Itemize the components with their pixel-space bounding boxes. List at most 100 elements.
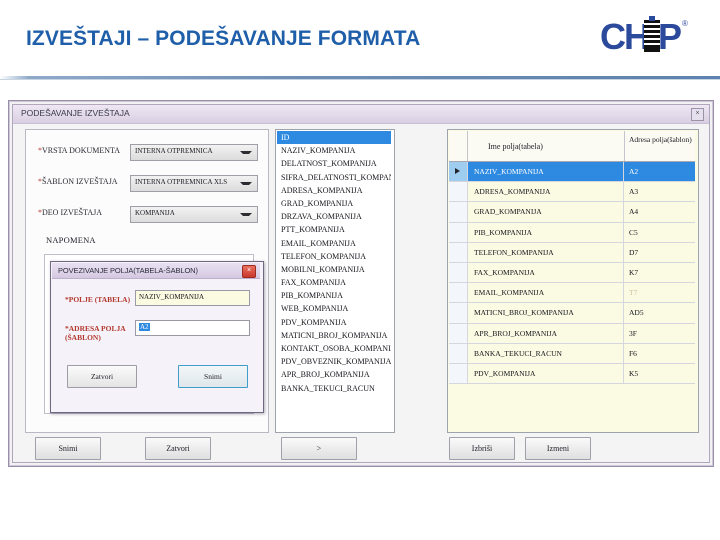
chip-logo: CH P ® [600, 14, 692, 60]
cell-field-address: C5 [629, 227, 638, 237]
list-item[interactable]: PDV_KOMPANIJA [277, 316, 391, 329]
row-selector[interactable] [449, 222, 468, 242]
label-vrsta-dokumenta: *VRSTA DOKUMENTA [38, 146, 121, 155]
label-napomena: NAPOMENA [46, 235, 96, 245]
row-selector[interactable] [449, 323, 468, 343]
table-row[interactable]: BANKA_TEKUCI_RACUN F6 [449, 343, 695, 364]
window-titlebar: PODEŠAVANJE IZVEŠTAJA × [13, 105, 709, 124]
column-header-field-address-text: Adresa polja(šablon) [629, 135, 692, 144]
label-deo-izvestaja: *DEO IZVEŠTAJA [38, 208, 103, 217]
column-header-field-address: Adresa polja(šablon) [625, 131, 695, 161]
table-row[interactable]: MATICNI_BROJ_KOMPANIJA AD5 [449, 303, 695, 324]
delete-button[interactable]: Izbriši [449, 437, 515, 460]
row-selector[interactable] [449, 202, 468, 222]
svg-text:®: ® [682, 19, 688, 28]
cell-field-name: PIB_KOMPANIJA [468, 222, 624, 242]
table-row[interactable]: ADRESA_KOMPANIJA A3 [449, 182, 695, 203]
dialog-titlebar: POVEZIVANJE POLJA(TABELA-ŠABLON) × [52, 263, 260, 279]
table-row[interactable]: FAX_KOMPANIJA K7 [449, 262, 695, 284]
table-row[interactable]: GRAD_KOMPANIJA A4 [449, 202, 695, 223]
cell-field-address: T7 [629, 288, 638, 298]
list-item[interactable]: ID [277, 131, 391, 145]
dialog-close-icon[interactable]: × [242, 265, 256, 278]
table-row[interactable]: PIB_KOMPANIJA C5 [449, 222, 695, 243]
row-selector[interactable] [449, 242, 468, 262]
cell-field-address: A4 [629, 207, 639, 217]
row-selector[interactable] [449, 303, 468, 323]
row-selector[interactable] [449, 363, 468, 384]
select-vrsta-dokumenta[interactable]: INTERNA OTPREMNICA [130, 144, 258, 161]
list-item[interactable]: WEB_KOMPANIJA [277, 302, 391, 315]
row-selector[interactable] [449, 182, 468, 202]
cell-field-address: K7 [629, 267, 639, 277]
field-mapping-table[interactable]: Ime polja(tabela) Adresa polja(šablon) N… [449, 131, 695, 385]
report-settings-window: PODEŠAVANJE IZVEŠTAJA × *VRSTA DOKUMENTA… [12, 104, 710, 463]
form-row-sablon-izvestaja: *ŠABLON IZVEŠTAJA INTERNA OTPREMNICA XLS [26, 175, 268, 193]
dialog-input-polje[interactable]: NAZIV_KOMPANIJA [135, 290, 250, 306]
cell-field-address: F6 [629, 348, 637, 358]
table-row[interactable]: NAZIV_KOMPANIJA A2 [449, 162, 695, 183]
list-item[interactable]: EMAIL_KOMPANIJA [277, 237, 391, 250]
dialog-label-adresa: *ADRESA POLJA (ŠABLON) [65, 324, 126, 342]
list-item[interactable]: BANKA_TEKUCI_RACUN [277, 382, 391, 395]
cell-field-name: EMAIL_KOMPANIJA [468, 283, 624, 303]
list-item[interactable]: TELEFON_KOMPANIJA [277, 250, 391, 263]
chip-logo-svg: CH P ® [600, 16, 688, 57]
slide-header: IZVEŠTAJI – PODEŠAVANJE FORMATA CH P ® [0, 0, 720, 88]
cell-field-name: GRAD_KOMPANIJA [468, 202, 624, 222]
row-selector[interactable] [449, 262, 468, 283]
list-item[interactable]: DELATNOST_KOMPANIJA [277, 157, 391, 170]
dialog-input-adresa-value: A2 [139, 323, 150, 331]
close-button[interactable]: Zatvori [145, 437, 211, 460]
list-item[interactable]: MOBILNI_KOMPANIJA [277, 263, 391, 276]
svg-text:CH: CH [600, 16, 648, 57]
edit-button[interactable]: Izmeni [525, 437, 591, 460]
row-selector[interactable] [449, 162, 468, 182]
save-button[interactable]: Snimi [35, 437, 101, 460]
table-row[interactable]: EMAIL_KOMPANIJA T7 [449, 283, 695, 304]
row-selector-header [449, 131, 468, 161]
row-selector[interactable] [449, 283, 468, 303]
dialog-cancel-button[interactable]: Zatvori [67, 365, 137, 388]
dialog-input-polje-value: NAZIV_KOMPANIJA [139, 293, 205, 301]
next-button[interactable]: > [281, 437, 357, 460]
cell-field-address: A3 [629, 187, 639, 197]
list-item[interactable]: MATICNI_BROJ_KOMPANIJA [277, 329, 391, 342]
row-selector[interactable] [449, 343, 468, 363]
list-item[interactable]: PDV_OBVEZNIK_KOMPANIJA [277, 355, 391, 368]
cell-field-address: 3F [629, 328, 637, 338]
list-item[interactable]: ADRESA_KOMPANIJA [277, 184, 391, 197]
window-title: PODEŠAVANJE IZVEŠTAJA [21, 108, 130, 118]
list-item[interactable]: NAZIV_KOMPANIJA [277, 144, 391, 157]
list-item[interactable]: FAX_KOMPANIJA [277, 276, 391, 289]
application-screenshot: PODEŠAVANJE IZVEŠTAJA × *VRSTA DOKUMENTA… [8, 100, 714, 467]
header-divider-secondary [0, 79, 720, 80]
list-item[interactable]: APR_BROJ_KOMPANIJA [277, 368, 391, 381]
dialog-save-button[interactable]: Snimi [178, 365, 248, 388]
cell-field-address: D7 [629, 247, 639, 257]
close-icon[interactable]: × [691, 108, 704, 121]
select-deo-izvestaja[interactable]: KOMPANIJA [130, 206, 258, 223]
list-item[interactable]: PTT_KOMPANIJA [277, 223, 391, 236]
table-fields-listbox[interactable]: ID NAZIV_KOMPANIJA DELATNOST_KOMPANIJA SIFR… [275, 129, 395, 433]
table-header-row: Ime polja(tabela) Adresa polja(šablon) [449, 131, 695, 162]
field-mapping-panel: Ime polja(tabela) Adresa polja(šablon) N… [447, 129, 699, 433]
table-fields-list: ID NAZIV_KOMPANIJA DELATNOST_KOMPANIJA SIFR… [277, 131, 391, 395]
table-row[interactable]: PDV_KOMPANIJA K5 [449, 363, 695, 385]
cell-field-address: K5 [629, 368, 639, 378]
table-row[interactable]: TELEFON_KOMPANIJA D7 [449, 242, 695, 263]
table-row[interactable]: APR_BROJ_KOMPANIJA 3F [449, 323, 695, 344]
list-item[interactable]: KONTAKT_OSOBA_KOMPANIJA [277, 342, 391, 355]
label-sablon-izvestaja: *ŠABLON IZVEŠTAJA [38, 177, 118, 186]
form-row-deo-izvestaja: *DEO IZVEŠTAJA KOMPANIJA [26, 206, 268, 224]
select-deo-izvestaja-value: KOMPANIJA [135, 209, 175, 217]
form-row-vrsta-dokumenta: *VRSTA DOKUMENTA INTERNA OTPREMNICA [26, 144, 268, 162]
list-item[interactable]: GRAD_KOMPANIJA [277, 197, 391, 210]
cell-field-name: TELEFON_KOMPANIJA [468, 242, 624, 262]
table-body: NAZIV_KOMPANIJA A2 ADRESA_KOMPANIJA A3 GRAD_… [449, 162, 695, 385]
list-item[interactable]: PIB_KOMPANIJA [277, 289, 391, 302]
dialog-input-adresa[interactable]: A2 [135, 320, 250, 336]
list-item[interactable]: SIFRA_DELATNOSTI_KOMPANIJA [277, 171, 391, 184]
list-item[interactable]: DRZAVA_KOMPANIJA [277, 210, 391, 223]
select-sablon-izvestaja[interactable]: INTERNA OTPREMNICA XLS [130, 175, 258, 192]
